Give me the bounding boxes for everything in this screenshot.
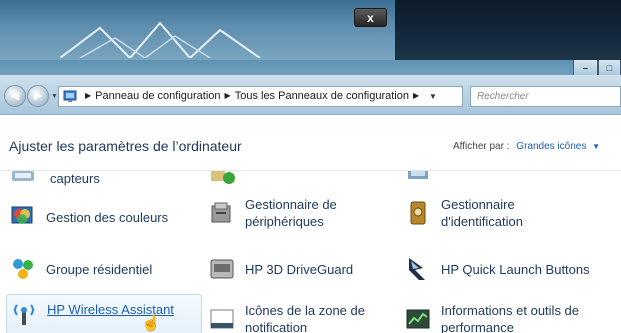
control-panel-icon [63, 90, 77, 102]
device-manager-icon [209, 200, 235, 226]
address-bar[interactable]: ▶ Panneau de configuration ▶ Tous les Panne… [58, 86, 463, 107]
list-item-identification[interactable]: Gestionnaire d'identification [405, 196, 523, 230]
page-title: Ajuster les paramètres de l’ordinateur [9, 138, 242, 154]
list-item-quicklaunch[interactable]: HP Quick Launch Buttons [405, 256, 590, 282]
item-label[interactable]: Groupe résidentiel [46, 261, 152, 278]
forward-button[interactable]: ▶ [27, 85, 49, 107]
credential-manager-icon [405, 200, 431, 226]
address-dropdown-icon[interactable]: ▼ [429, 92, 437, 101]
breadcrumb: ▶ Panneau de configuration ▶ Tous les Panne… [81, 90, 423, 102]
list-item-partial-2[interactable] [209, 171, 235, 191]
item-label-line[interactable]: périphériques [245, 214, 324, 229]
breadcrumb-separator-icon[interactable]: ▶ [81, 91, 95, 100]
item-label-line[interactable]: notification [245, 320, 307, 333]
view-mode-dropdown[interactable]: Grandes icônes [516, 141, 586, 152]
list-item-wireless[interactable]: HP Wireless Assistant [6, 294, 202, 333]
item-label[interactable]: Icônes de la zone de notification [245, 302, 365, 333]
item-label[interactable]: Informations et outils de performance [441, 302, 579, 333]
notification-area-icon [209, 306, 235, 332]
performance-icon [405, 306, 431, 332]
background-window[interactable] [0, 0, 395, 60]
list-item-notification[interactable]: Icônes de la zone de notification [209, 302, 365, 333]
item-label[interactable]: HP 3D DriveGuard [245, 261, 353, 278]
quick-launch-icon [405, 256, 431, 282]
sensor-icon [10, 171, 36, 191]
list-item-performance[interactable]: Informations et outils de performance [405, 302, 579, 333]
list-item-peripheriques[interactable]: Gestionnaire de périphériques [209, 196, 337, 230]
color-management-icon [10, 204, 36, 230]
search-input[interactable]: Rechercher [470, 86, 621, 107]
item-label-line[interactable]: Gestionnaire [441, 197, 515, 212]
list-item-capteurs[interactable]: capteurs [10, 171, 100, 191]
recent-pages-dropdown-icon[interactable]: ▼ [51, 93, 58, 100]
item-label-line[interactable]: Icônes de la zone de [245, 303, 365, 318]
item-label-line[interactable]: Gestionnaire de [245, 197, 337, 212]
item-label[interactable]: capteurs [50, 171, 100, 187]
background-window-art [60, 21, 261, 58]
navigation-bar: ◀ ▶ ▼ ▶ Panneau de configuration ▶ Tous les… [0, 75, 621, 115]
breadcrumb-item-all-control-panels[interactable]: Tous les Panneaux de configuration [235, 90, 409, 102]
breadcrumb-item-control-panel[interactable]: Panneau de configuration [95, 90, 220, 102]
hand-cursor-icon: ☝ [141, 315, 161, 332]
view-selector: Afficher par : Grandes icônes ▼ [453, 141, 600, 152]
item-label[interactable]: Gestionnaire de périphériques [245, 196, 337, 230]
settings-icon [405, 171, 431, 191]
list-item-partial-3[interactable] [405, 171, 431, 191]
wireless-icon [11, 301, 37, 327]
breadcrumb-separator-icon[interactable]: ▶ [409, 91, 423, 100]
window-title-bar[interactable] [0, 60, 621, 75]
item-label-line[interactable]: d'identification [441, 214, 523, 229]
breadcrumb-separator-icon[interactable]: ▶ [221, 91, 235, 100]
list-item-driveguard[interactable]: HP 3D DriveGuard [209, 256, 353, 282]
background-close-button[interactable]: x [354, 8, 387, 27]
control-panel-items: capteurs Gestion des couleurs Gestionnai… [0, 171, 621, 333]
view-label: Afficher par : [453, 141, 510, 152]
item-label[interactable]: Gestion des couleurs [46, 209, 168, 226]
item-label[interactable]: Gestionnaire d'identification [441, 196, 523, 230]
item-label-line[interactable]: Informations et outils de [441, 303, 579, 318]
device-icon [209, 171, 235, 191]
back-button[interactable]: ◀ [4, 85, 26, 107]
drive-guard-icon [209, 256, 235, 282]
item-label-line[interactable]: performance [441, 320, 514, 333]
content-header: Ajuster les paramètres de l’ordinateur A… [0, 115, 621, 171]
chevron-down-icon[interactable]: ▼ [592, 142, 600, 151]
list-item-groupe[interactable]: Groupe résidentiel [10, 256, 152, 282]
homegroup-icon [10, 256, 36, 282]
item-label[interactable]: HP Quick Launch Buttons [441, 261, 590, 278]
list-item-couleurs[interactable]: Gestion des couleurs [10, 204, 168, 230]
